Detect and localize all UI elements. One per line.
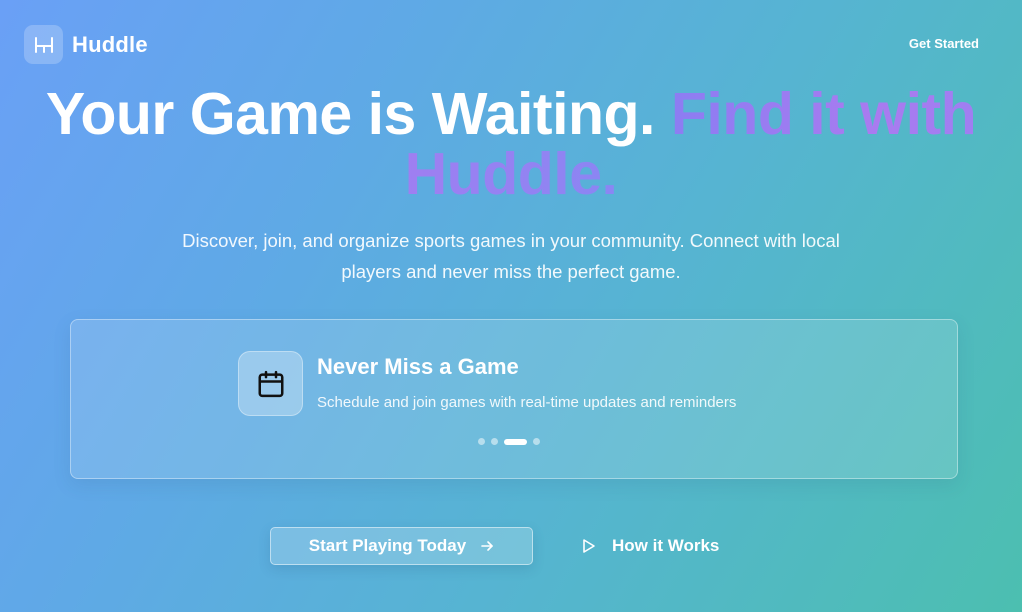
start-playing-button[interactable]: Start Playing Today [270,527,533,565]
calendar-icon [238,351,303,416]
arrow-right-icon [480,539,494,553]
brand-name: Huddle [72,31,148,57]
hero-subtitle: Discover, join, and organize sports game… [182,230,840,282]
how-it-works-label: How it Works [612,536,720,555]
carousel-indicators [478,438,540,445]
feature-description: Schedule and join games with real-time u… [317,394,737,411]
feature-title: Never Miss a Game [317,354,519,379]
carousel-dot-4[interactable] [533,438,540,445]
carousel-dot-1[interactable] [478,438,485,445]
start-playing-label: Start Playing Today [308,536,467,555]
how-it-works-link[interactable]: How it Works [582,527,719,565]
hero-title: Your Game is Waiting. Find it with Huddl… [0,84,1022,204]
play-icon [582,538,596,554]
carousel-dot-2[interactable] [491,438,498,445]
carousel-dot-3-active[interactable] [504,438,527,445]
landing-page: Huddle Get Started Your Game is Waiting.… [0,0,1022,612]
get-started-link[interactable]: Get Started [909,36,979,51]
feature-carousel: Never Miss a Game Schedule and join game… [70,319,958,479]
hero-title-main: Your Game is Waiting. [45,81,656,147]
goalpost-icon [24,25,63,64]
brand-logo[interactable]: Huddle [24,25,148,64]
